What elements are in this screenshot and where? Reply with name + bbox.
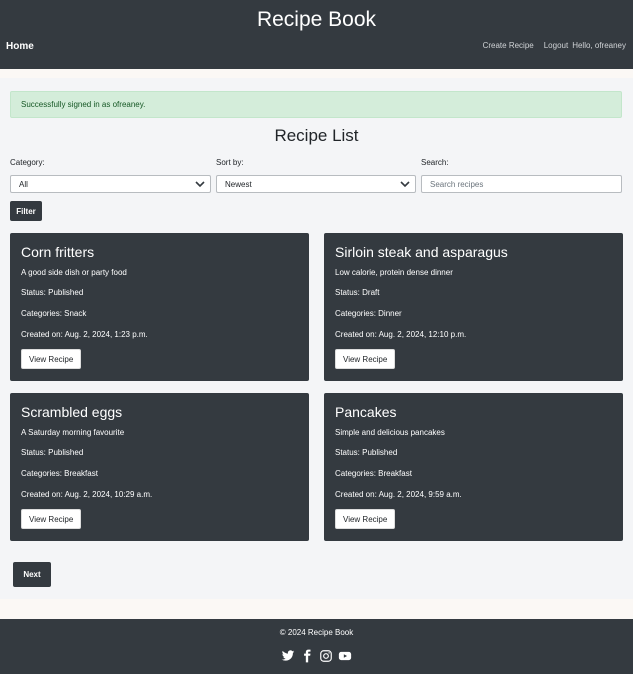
chevron-down-icon [400, 181, 410, 188]
site-header: Recipe Book Home Create Recipe Logout He… [0, 0, 633, 69]
search-label: Search: [421, 158, 449, 167]
recipe-title: Sirloin steak and asparagus [335, 244, 508, 260]
page-title: Recipe List [274, 126, 359, 145]
recipe-categories: Categories: Breakfast [335, 469, 412, 478]
recipe-status: Status: Draft [335, 288, 380, 297]
user-greeting: Hello, ofreaney [572, 41, 626, 50]
recipe-title: Corn fritters [21, 244, 95, 260]
nav-home-link[interactable]: Home [6, 41, 34, 52]
user-nav: Create Recipe Logout Hello, ofreaney [483, 41, 626, 50]
recipe-card: Sirloin steak and asparagus Low calorie,… [324, 233, 623, 381]
recipe-title: Scrambled eggs [21, 404, 123, 420]
recipe-description: Low calorie, protein dense dinner [335, 268, 453, 277]
view-recipe-button[interactable]: View Recipe [21, 509, 82, 529]
recipe-description: Simple and delicious pancakes [335, 428, 445, 437]
recipe-card: Scrambled eggs A Saturday morning favour… [10, 393, 309, 541]
recipe-categories: Categories: Breakfast [21, 469, 98, 478]
site-footer: © 2024 Recipe Book [0, 619, 633, 674]
recipe-title: Pancakes [335, 404, 397, 420]
view-recipe-button[interactable]: View Recipe [335, 509, 396, 529]
recipe-card: Corn fritters A good side dish or party … [10, 233, 309, 381]
sort-select[interactable]: Newest [216, 175, 416, 193]
facebook-icon[interactable] [300, 649, 314, 663]
recipe-description: A good side dish or party food [21, 268, 127, 277]
recipe-card: Pancakes Simple and delicious pancakes S… [324, 393, 623, 541]
recipe-status: Status: Published [21, 448, 84, 457]
social-links [281, 649, 352, 663]
category-select[interactable]: All [10, 175, 211, 193]
recipe-created: Created on: Aug. 2, 2024, 1:23 p.m. [21, 330, 148, 339]
main-content: Successfully signed in as ofreaney. Reci… [0, 78, 633, 599]
twitter-icon[interactable] [281, 649, 295, 663]
recipe-created: Created on: Aug. 2, 2024, 10:29 a.m. [21, 490, 153, 499]
recipe-categories: Categories: Dinner [335, 309, 402, 318]
sort-label: Sort by: [216, 158, 244, 167]
success-alert: Successfully signed in as ofreaney. [10, 91, 622, 118]
logout-link[interactable]: Logout [544, 41, 568, 50]
search-input[interactable]: Search recipes [421, 175, 622, 193]
recipe-created: Created on: Aug. 2, 2024, 12:10 p.m. [335, 330, 467, 339]
recipe-created: Created on: Aug. 2, 2024, 9:59 a.m. [335, 490, 462, 499]
filter-button[interactable]: Filter [10, 201, 42, 221]
copyright-text: © 2024 Recipe Book [279, 628, 354, 637]
sort-selected-value: Newest [225, 180, 252, 189]
create-recipe-link[interactable]: Create Recipe [483, 41, 534, 50]
youtube-icon[interactable] [338, 649, 352, 663]
category-label: Category: [10, 158, 45, 167]
view-recipe-button[interactable]: View Recipe [335, 349, 396, 369]
recipe-status: Status: Published [21, 288, 84, 297]
recipe-status: Status: Published [335, 448, 398, 457]
category-selected-value: All [19, 180, 28, 189]
instagram-icon[interactable] [319, 649, 333, 663]
recipe-description: A Saturday morning favourite [21, 428, 125, 437]
site-title: Recipe Book [256, 8, 377, 31]
next-page-button[interactable]: Next [13, 562, 51, 587]
chevron-down-icon [195, 181, 205, 188]
view-recipe-button[interactable]: View Recipe [21, 349, 82, 369]
recipe-categories: Categories: Snack [21, 309, 87, 318]
